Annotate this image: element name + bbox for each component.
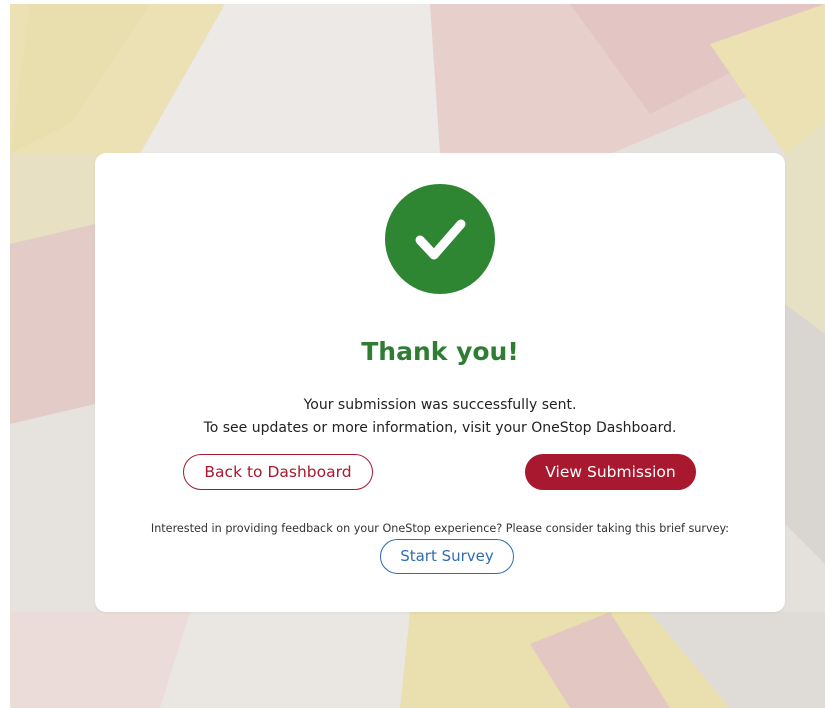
back-to-dashboard-button[interactable]: Back to Dashboard [183,454,373,490]
survey-prompt: Interested in providing feedback on your… [150,522,730,535]
confirmation-message-line2: To see updates or more information, visi… [203,420,677,436]
confirmation-message-line1: Your submission was successfully sent. [303,397,577,413]
view-submission-button[interactable]: View Submission [525,454,696,490]
confirmation-title: Thank you! [361,337,519,366]
success-indicator [385,184,495,294]
check-icon [415,219,466,260]
start-survey-button[interactable]: Start Survey [380,539,514,574]
confirmation-card: Thank you! Your submission was successfu… [95,153,785,612]
